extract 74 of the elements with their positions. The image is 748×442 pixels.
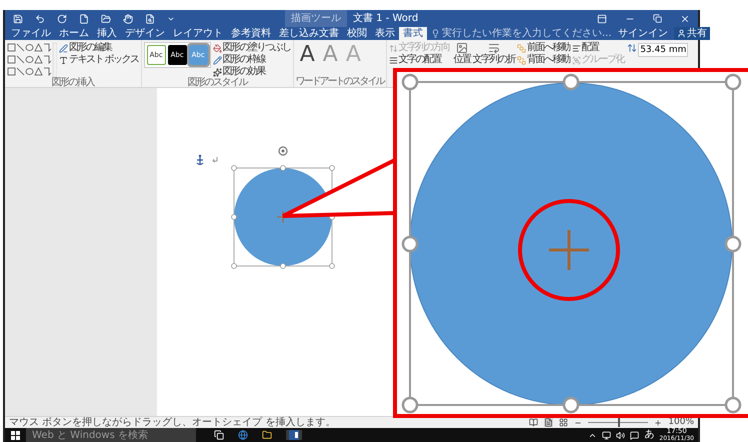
- align-icon: [572, 44, 581, 52]
- shape-outline-button[interactable]: 図形の枠線: [212, 54, 291, 66]
- ribbon-tab[interactable]: 表示: [371, 27, 399, 40]
- print-preview-icon[interactable]: [145, 14, 155, 24]
- read-mode-icon[interactable]: [529, 418, 538, 427]
- text-button[interactable]: 文字の配置: [388, 54, 450, 66]
- web-layout-icon[interactable]: [559, 418, 568, 427]
- send-backward-icon: [517, 56, 526, 64]
- ribbon-tab[interactable]: ファイル: [7, 27, 55, 40]
- ribbon-tab[interactable]: ホーム: [55, 27, 93, 40]
- crosshair-icon: [548, 228, 590, 272]
- word-app-icon[interactable]: [286, 430, 302, 440]
- group-label: ワードアートのスタイル: [296, 77, 384, 87]
- close-icon[interactable]: [680, 14, 690, 24]
- tell-me-field[interactable]: 実行したい作業を入力してください...: [431, 27, 618, 40]
- person-icon: [677, 29, 686, 38]
- wordart-style[interactable]: A: [300, 42, 315, 68]
- anchor-icon: [196, 154, 204, 166]
- pen-icon: [59, 44, 68, 52]
- shape-fill-button[interactable]: 図形の塗りつぶし: [212, 42, 291, 54]
- share-button[interactable]: 共有: [674, 27, 710, 40]
- zoom-slider-thumb[interactable]: [618, 418, 620, 427]
- group-label: 図形の挿入: [50, 78, 96, 88]
- browser-icon[interactable]: [238, 430, 248, 440]
- text-direction-icon: [388, 44, 398, 52]
- shape-gallery[interactable]: [7, 42, 57, 78]
- paint-bucket-icon: [212, 44, 222, 52]
- ribbon-tab[interactable]: デザイン: [121, 27, 169, 40]
- lightbulb-icon: [431, 29, 440, 38]
- align-text-icon: [388, 56, 398, 64]
- status-message: マウス ボタンを押しながらドラッグし、オートシェイプ を挿入します。: [9, 416, 336, 428]
- new-document-icon[interactable]: [79, 14, 89, 24]
- restore-icon[interactable]: [653, 14, 662, 23]
- task-view-icon[interactable]: [214, 430, 224, 440]
- height-icon: [627, 43, 638, 53]
- ribbon-display-icon[interactable]: [597, 14, 607, 24]
- text-box-button[interactable]: テキスト ボックス: [59, 54, 139, 66]
- pencil-icon: [212, 56, 222, 64]
- group-icon: [572, 56, 581, 64]
- ime-indicator[interactable]: あ: [644, 429, 654, 441]
- shape-effects-button[interactable]: 図形の効果: [212, 66, 291, 78]
- arrange-button[interactable]: 背面へ移動: [517, 54, 570, 66]
- edit-shape-button[interactable]: 図形の編集: [59, 42, 139, 54]
- taskbar-search-field[interactable]: Web と Windows を検索: [26, 428, 196, 442]
- bring-forward-icon: [517, 44, 526, 52]
- print-layout-icon[interactable]: [544, 418, 554, 427]
- arrange-button[interactable]: 配置: [572, 42, 624, 54]
- arrange-large-button[interactable]: 位置: [454, 42, 471, 65]
- notification-icon[interactable]: [630, 430, 640, 440]
- zoom-in-icon[interactable]: [654, 418, 662, 426]
- hand-icon[interactable]: [123, 14, 133, 24]
- height-field[interactable]: 53.45 mm: [638, 43, 688, 57]
- arrange-button[interactable]: 前面へ移動: [517, 42, 570, 54]
- ribbon-tab[interactable]: レイアウト: [169, 27, 227, 40]
- context-tab-group: 描画ツール: [285, 10, 347, 27]
- ribbon-tab[interactable]: 校閲: [343, 27, 371, 40]
- paragraph-mark-icon: [212, 156, 218, 162]
- sparkle-icon: [212, 68, 222, 76]
- text-box-icon: [59, 56, 68, 64]
- ribbon-tab[interactable]: 差し込み文書: [275, 27, 343, 40]
- arrange-large-button[interactable]: 文字列の折: [472, 42, 516, 65]
- ribbon-tab[interactable]: 挿入: [93, 27, 121, 40]
- speaker-icon[interactable]: [616, 430, 626, 440]
- folder-icon[interactable]: [262, 430, 272, 440]
- group-label: 図形のスタイル: [186, 78, 248, 88]
- ribbon-tab[interactable]: 書式: [399, 27, 427, 40]
- ribbon-tab[interactable]: 参考資料: [227, 27, 275, 40]
- redo-icon[interactable]: [57, 14, 67, 24]
- picture-icon: [456, 42, 468, 54]
- text-wrap-icon: [488, 42, 500, 54]
- save-icon[interactable]: [13, 14, 23, 24]
- undo-icon[interactable]: [35, 14, 45, 24]
- sign-in-link[interactable]: サインイン: [618, 27, 668, 40]
- window-title: 文書 1 - Word: [353, 12, 418, 26]
